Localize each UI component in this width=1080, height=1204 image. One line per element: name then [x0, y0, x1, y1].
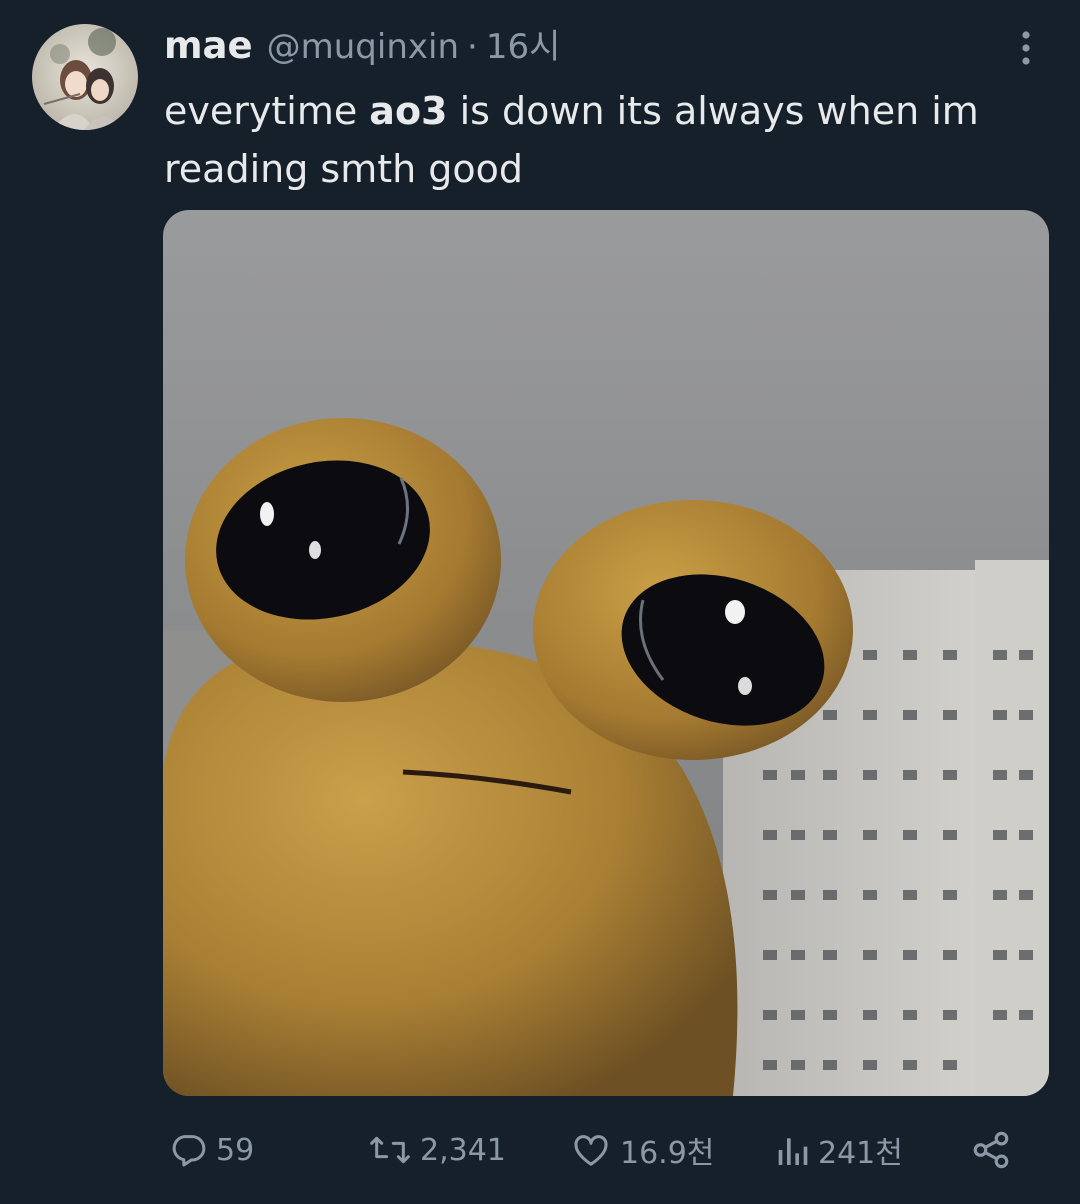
tweet-photo[interactable] [163, 210, 1049, 1096]
tweet-text-start: everytime [164, 89, 370, 133]
tweet-text: everytime ao3 is down its always when im… [164, 82, 1054, 198]
reply-button[interactable]: 59 [168, 1122, 254, 1178]
share-button[interactable] [970, 1122, 1012, 1178]
retweet-button[interactable]: 2,341 [368, 1122, 506, 1178]
share-icon [970, 1129, 1012, 1171]
tweet-text-bold: ao3 [369, 89, 448, 133]
views-icon [774, 1130, 810, 1170]
like-count: 16.9천 [620, 1136, 715, 1171]
tweet: mae @muqinxin · 16시 everytime ao3 is dow… [0, 0, 1080, 1204]
user-handle[interactable]: @muqinxin [267, 25, 459, 69]
timestamp[interactable]: 16시 [486, 25, 561, 69]
retweet-icon [368, 1130, 412, 1170]
heart-icon [570, 1130, 612, 1170]
views-button[interactable]: 241천 [774, 1122, 903, 1178]
more-vertical-icon[interactable] [1012, 28, 1040, 68]
reply-icon [168, 1130, 208, 1170]
tweet-header: mae @muqinxin · 16시 [164, 24, 560, 68]
reply-count: 59 [216, 1132, 255, 1168]
separator-dot: · [467, 27, 478, 67]
display-name[interactable]: mae [164, 24, 253, 68]
avatar[interactable] [32, 24, 138, 130]
views-count: 241천 [818, 1136, 903, 1171]
like-button[interactable]: 16.9천 [570, 1122, 714, 1178]
retweet-count: 2,341 [420, 1132, 506, 1168]
action-bar: 59 2,341 16.9천 241천 [0, 1122, 1080, 1178]
